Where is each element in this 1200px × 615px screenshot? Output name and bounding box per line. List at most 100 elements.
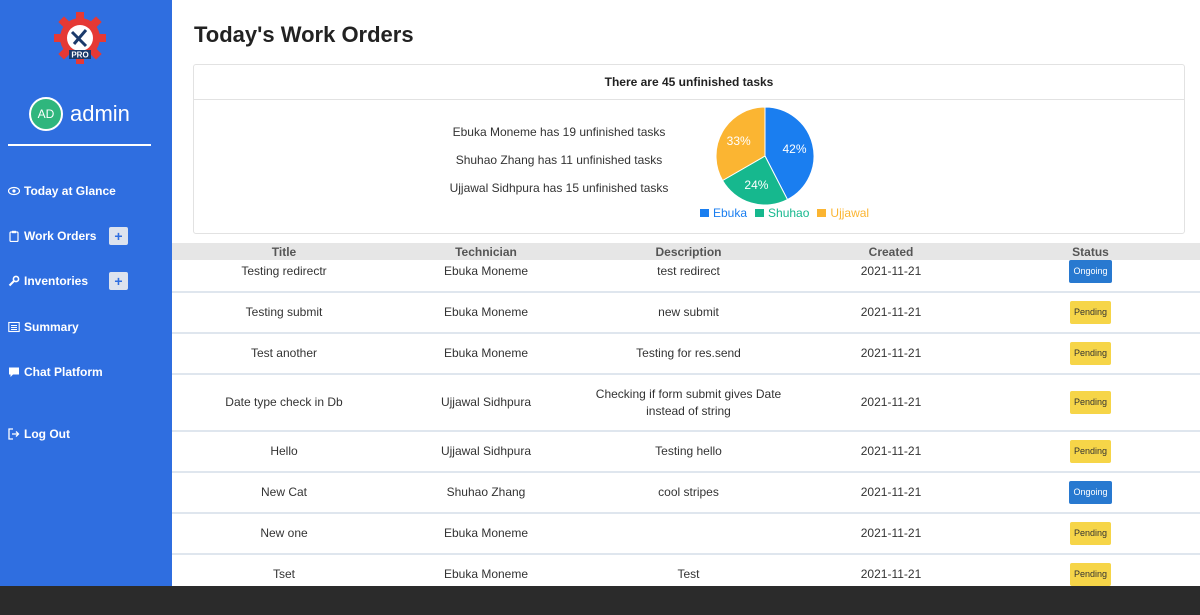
stat-line-ujjawal: Ujjawal Sidhpura has 15 unfinished tasks: [449, 181, 669, 195]
cell-description: [576, 514, 801, 553]
column-header-created[interactable]: Created: [801, 243, 981, 260]
cell-created: 2021-11-21: [860, 264, 922, 278]
table-row[interactable]: Hello Ujjawal Sidhpura Testing hello 2021-1…: [172, 432, 1200, 473]
pie-label-shuhao: 24%: [744, 178, 768, 192]
cell-description: Checking if form submit gives Date inste…: [595, 386, 782, 418]
cell-technician: Ebuka Moneme: [443, 346, 529, 360]
table-row[interactable]: Date type check in Db Ujjawal Sidhpura Che…: [172, 375, 1200, 432]
chart-legend: Ebuka Shuhao Ujjawal: [700, 206, 877, 220]
cell-technician: Ebuka Moneme: [443, 526, 529, 540]
cell-status: Pending: [981, 293, 1200, 332]
legend-swatch: [817, 209, 827, 217]
status-badge: Pending: [1069, 440, 1112, 463]
column-header-status[interactable]: Status: [981, 243, 1200, 260]
stat-line-shuhao: Shuhao Zhang has 11 unfinished tasks: [455, 153, 663, 167]
add-work-order-button[interactable]: +: [109, 227, 128, 245]
cell-technician: Ebuka Moneme: [443, 264, 529, 278]
svg-text:PRO: PRO: [71, 51, 88, 60]
sidebar-item-work-orders[interactable]: Work Orders: [8, 229, 96, 243]
cell-status: Ongoing: [981, 260, 1200, 283]
cell-technician: Ujjawal Sidhpura: [440, 395, 532, 409]
sidebar-item-label: Inventories: [24, 274, 89, 288]
cell-created: 2021-11-21: [860, 485, 922, 499]
legend-item-shuhao[interactable]: Shuhao: [755, 206, 809, 220]
legend-label: Ebuka: [713, 206, 748, 220]
legend-label: Shuhao: [768, 206, 810, 220]
cell-created: 2021-11-21: [860, 526, 922, 540]
cell-created: 2021-11-21: [860, 395, 922, 409]
cell-title: Test another: [250, 346, 318, 360]
logout-icon: [8, 428, 20, 440]
user-profile: AD admin: [29, 97, 130, 131]
sidebar: PRO AD admin Today at Glance Work Orders…: [0, 0, 172, 586]
cell-title: New Cat: [260, 485, 307, 499]
logo[interactable]: PRO: [52, 10, 108, 66]
status-badge: Ongoing: [1069, 481, 1112, 504]
legend-label: Ujjawal: [830, 206, 870, 220]
column-header-technician[interactable]: Technician: [396, 243, 576, 260]
column-header-title[interactable]: Title: [172, 243, 396, 260]
summary-header: There are 45 unfinished tasks: [194, 65, 1184, 100]
eye-icon: [8, 186, 20, 196]
legend-swatch: [755, 209, 765, 217]
cell-status: Ongoing: [981, 473, 1200, 512]
table-row[interactable]: Test another Ebuka Moneme Testing for res.…: [172, 334, 1200, 375]
cell-title: Tset: [272, 566, 295, 581]
cell-description: cool stripes: [658, 485, 719, 499]
table-header: Title Technician Description Created Sta…: [172, 243, 1200, 260]
summary-card: There are 45 unfinished tasks Ebuka Mone…: [193, 64, 1185, 234]
table-row[interactable]: New one Ebuka Moneme 2021-11-21 Pending: [172, 514, 1200, 555]
cell-created: 2021-11-21: [860, 566, 922, 581]
status-badge: Pending: [1069, 522, 1112, 545]
sidebar-item-label: Log Out: [24, 427, 70, 441]
sidebar-item-label: Work Orders: [24, 229, 97, 243]
status-badge: Pending: [1069, 562, 1112, 586]
column-header-description[interactable]: Description: [576, 243, 801, 260]
sidebar-item-inventories[interactable]: Inventories: [8, 274, 88, 288]
sidebar-item-label: Today at Glance: [24, 184, 116, 198]
cell-description: test redirect: [657, 264, 720, 278]
cell-technician: Ebuka Moneme: [443, 305, 529, 319]
table-row[interactable]: Tset Ebuka Moneme Test 2021-11-21 Pending: [172, 555, 1200, 586]
cell-technician: Ebuka Moneme: [443, 566, 529, 581]
cell-title: Testing redirectr: [241, 264, 327, 278]
sidebar-divider: [8, 144, 151, 146]
chat-icon: [9, 367, 19, 377]
pie-chart: 42% 24% 33%: [715, 106, 815, 206]
status-badge: Ongoing: [1069, 260, 1112, 283]
cell-status: Pending: [981, 375, 1200, 430]
table-row[interactable]: Testing submit Ebuka Moneme new submit 2021…: [172, 293, 1200, 334]
sidebar-item-label: Chat Platform: [24, 365, 103, 379]
add-inventory-button[interactable]: +: [109, 272, 128, 290]
status-badge: Pending: [1069, 342, 1112, 365]
table-row[interactable]: Testing redirectr Ebuka Moneme test redire…: [172, 260, 1200, 293]
username: admin: [70, 101, 130, 126]
status-badge: Pending: [1069, 391, 1112, 414]
cell-created: 2021-11-21: [860, 444, 922, 458]
page-title: Today's Work Orders: [194, 22, 414, 47]
table-row[interactable]: New Cat Shuhao Zhang cool stripes 2021-11-2…: [172, 473, 1200, 514]
sidebar-item-today-at-glance[interactable]: Today at Glance: [8, 184, 116, 198]
cell-description: new submit: [658, 305, 719, 319]
legend-swatch: [700, 209, 709, 217]
pie-label-ujjawal: 33%: [727, 134, 751, 148]
wrench-icon: [8, 275, 20, 287]
cell-status: Pending: [981, 555, 1200, 586]
cell-status: Pending: [981, 334, 1200, 373]
legend-item-ujjawal[interactable]: Ujjawal: [817, 206, 869, 220]
cell-description: Testing hello: [655, 444, 722, 458]
technician-stats: Ebuka Moneme has 19 unfinished tasks Shu…: [424, 125, 694, 209]
cell-created: 2021-11-21: [860, 346, 922, 360]
legend-item-ebuka[interactable]: Ebuka: [700, 206, 747, 220]
sidebar-item-label: Summary: [24, 320, 79, 334]
cell-status: Pending: [981, 514, 1200, 553]
cell-description: Testing for res.send: [636, 346, 741, 360]
sidebar-item-chat-platform[interactable]: Chat Platform: [8, 365, 103, 379]
sidebar-item-summary[interactable]: Summary: [8, 320, 79, 334]
stat-line-ebuka: Ebuka Moneme has 19 unfinished tasks: [452, 125, 666, 139]
sidebar-item-log-out[interactable]: Log Out: [8, 427, 70, 441]
cell-description: Test: [677, 566, 700, 581]
avatar: AD: [29, 97, 63, 131]
list-icon: [8, 321, 20, 333]
work-orders-table: Title Technician Description Created Sta…: [172, 243, 1200, 586]
